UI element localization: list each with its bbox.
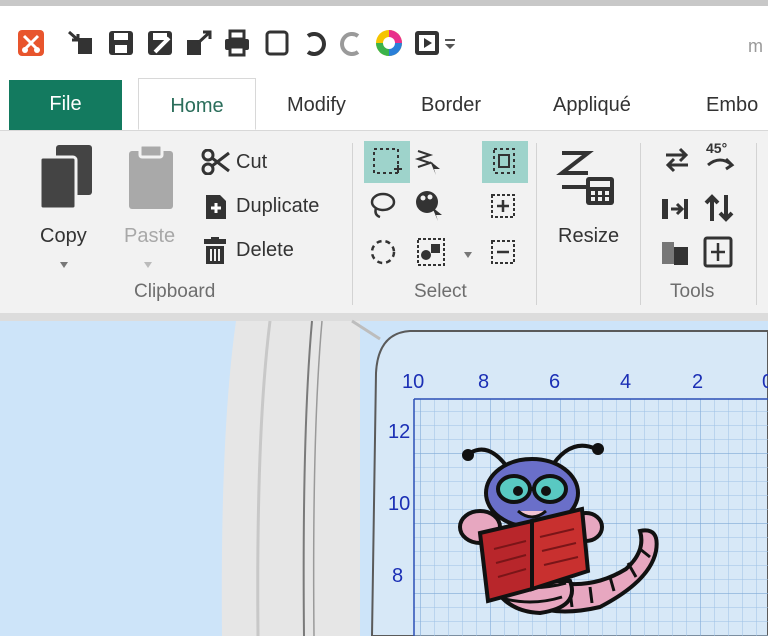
ruler-top-label: 4: [620, 371, 632, 393]
ribbon-tabs: File Home Modify Border Appliqué Embo: [0, 78, 768, 131]
window-title: m: [748, 36, 763, 56]
select-by-dropdown-icon[interactable]: [462, 247, 474, 265]
ruler-left-label: 10: [388, 493, 411, 515]
ruler-top-label: 6: [549, 371, 561, 393]
center-icon[interactable]: [702, 235, 734, 274]
group-separator: [756, 143, 757, 305]
lasso-select-icon[interactable]: [368, 191, 398, 226]
rotate-45-icon[interactable]: 45°: [702, 139, 740, 184]
color-sort-icon[interactable]: [660, 239, 690, 272]
resize-button[interactable]: Resize: [558, 225, 619, 248]
tab-modify[interactable]: Modify: [287, 78, 346, 130]
ruler-top-label: 10: [402, 371, 425, 393]
new-icon[interactable]: [262, 28, 292, 58]
select-overlap-icon[interactable]: [482, 141, 528, 183]
tab-applique[interactable]: Appliqué: [553, 78, 631, 130]
select-group-label: Select: [414, 281, 467, 302]
import-icon[interactable]: [66, 28, 96, 58]
group-separator: [640, 143, 641, 305]
paste-button: Paste: [124, 225, 176, 247]
undo-icon[interactable]: [300, 28, 330, 58]
flip-horizontal-icon[interactable]: [662, 145, 692, 180]
bookworm-embroidery-design[interactable]: [450, 431, 680, 631]
tab-file[interactable]: File: [9, 80, 122, 130]
svg-text:45°: 45°: [706, 140, 727, 156]
app-logo-icon[interactable]: [16, 28, 46, 58]
remove-from-selection-icon[interactable]: [488, 237, 518, 272]
ribbon-home: Copy Paste Cut Duplicate Delete Clipboar…: [0, 131, 768, 314]
box-select-icon[interactable]: [364, 141, 410, 183]
duplicate-icon[interactable]: [204, 193, 228, 226]
tab-border[interactable]: Border: [421, 78, 481, 130]
color-select-icon[interactable]: [414, 189, 446, 226]
group-separator: [536, 143, 537, 305]
select-by-icon[interactable]: [414, 235, 448, 274]
flip-vertical-icon[interactable]: [702, 191, 736, 230]
polygon-select-icon[interactable]: [368, 237, 398, 272]
stitch-select-icon[interactable]: [414, 147, 444, 182]
ruler-left-label: 8: [392, 565, 404, 587]
copy-icon[interactable]: [36, 141, 98, 218]
save-icon[interactable]: [106, 28, 136, 58]
delete-button[interactable]: Delete: [236, 239, 294, 262]
quick-access-toolbar: m: [0, 6, 768, 78]
align-icon[interactable]: [660, 195, 690, 228]
preview-icon[interactable]: [412, 28, 442, 58]
add-to-selection-icon[interactable]: [488, 191, 518, 226]
copy-button[interactable]: Copy: [40, 225, 87, 248]
redo-icon[interactable]: [336, 28, 366, 58]
resize-icon[interactable]: [556, 147, 620, 214]
ruler-top-label: 8: [478, 371, 490, 393]
ruler-top-label: 0: [762, 371, 768, 393]
copy-dropdown-icon[interactable]: [58, 257, 70, 275]
design-canvas[interactable]: 10 8 6 4 2 0 12 10 8: [0, 313, 768, 636]
tab-embossing[interactable]: Embo: [706, 78, 758, 130]
ruler-left-label: 12: [388, 421, 411, 443]
cut-button[interactable]: Cut: [236, 151, 267, 174]
tools-group-label: Tools: [670, 281, 715, 302]
paste-dropdown-icon: [142, 257, 154, 275]
print-icon[interactable]: [222, 28, 252, 58]
color-wheel-icon[interactable]: [374, 28, 404, 58]
export-icon[interactable]: [184, 28, 214, 58]
ruler-top-label: 2: [692, 371, 704, 393]
group-separator: [352, 143, 353, 305]
tab-home[interactable]: Home: [138, 78, 256, 130]
delete-icon[interactable]: [202, 237, 228, 270]
customize-dropdown-icon[interactable]: [440, 28, 460, 58]
cut-icon[interactable]: [201, 148, 231, 180]
save-as-icon[interactable]: [145, 28, 175, 58]
paste-icon: [124, 141, 178, 218]
duplicate-button[interactable]: Duplicate: [236, 195, 319, 218]
clipboard-group-label: Clipboard: [134, 281, 216, 302]
